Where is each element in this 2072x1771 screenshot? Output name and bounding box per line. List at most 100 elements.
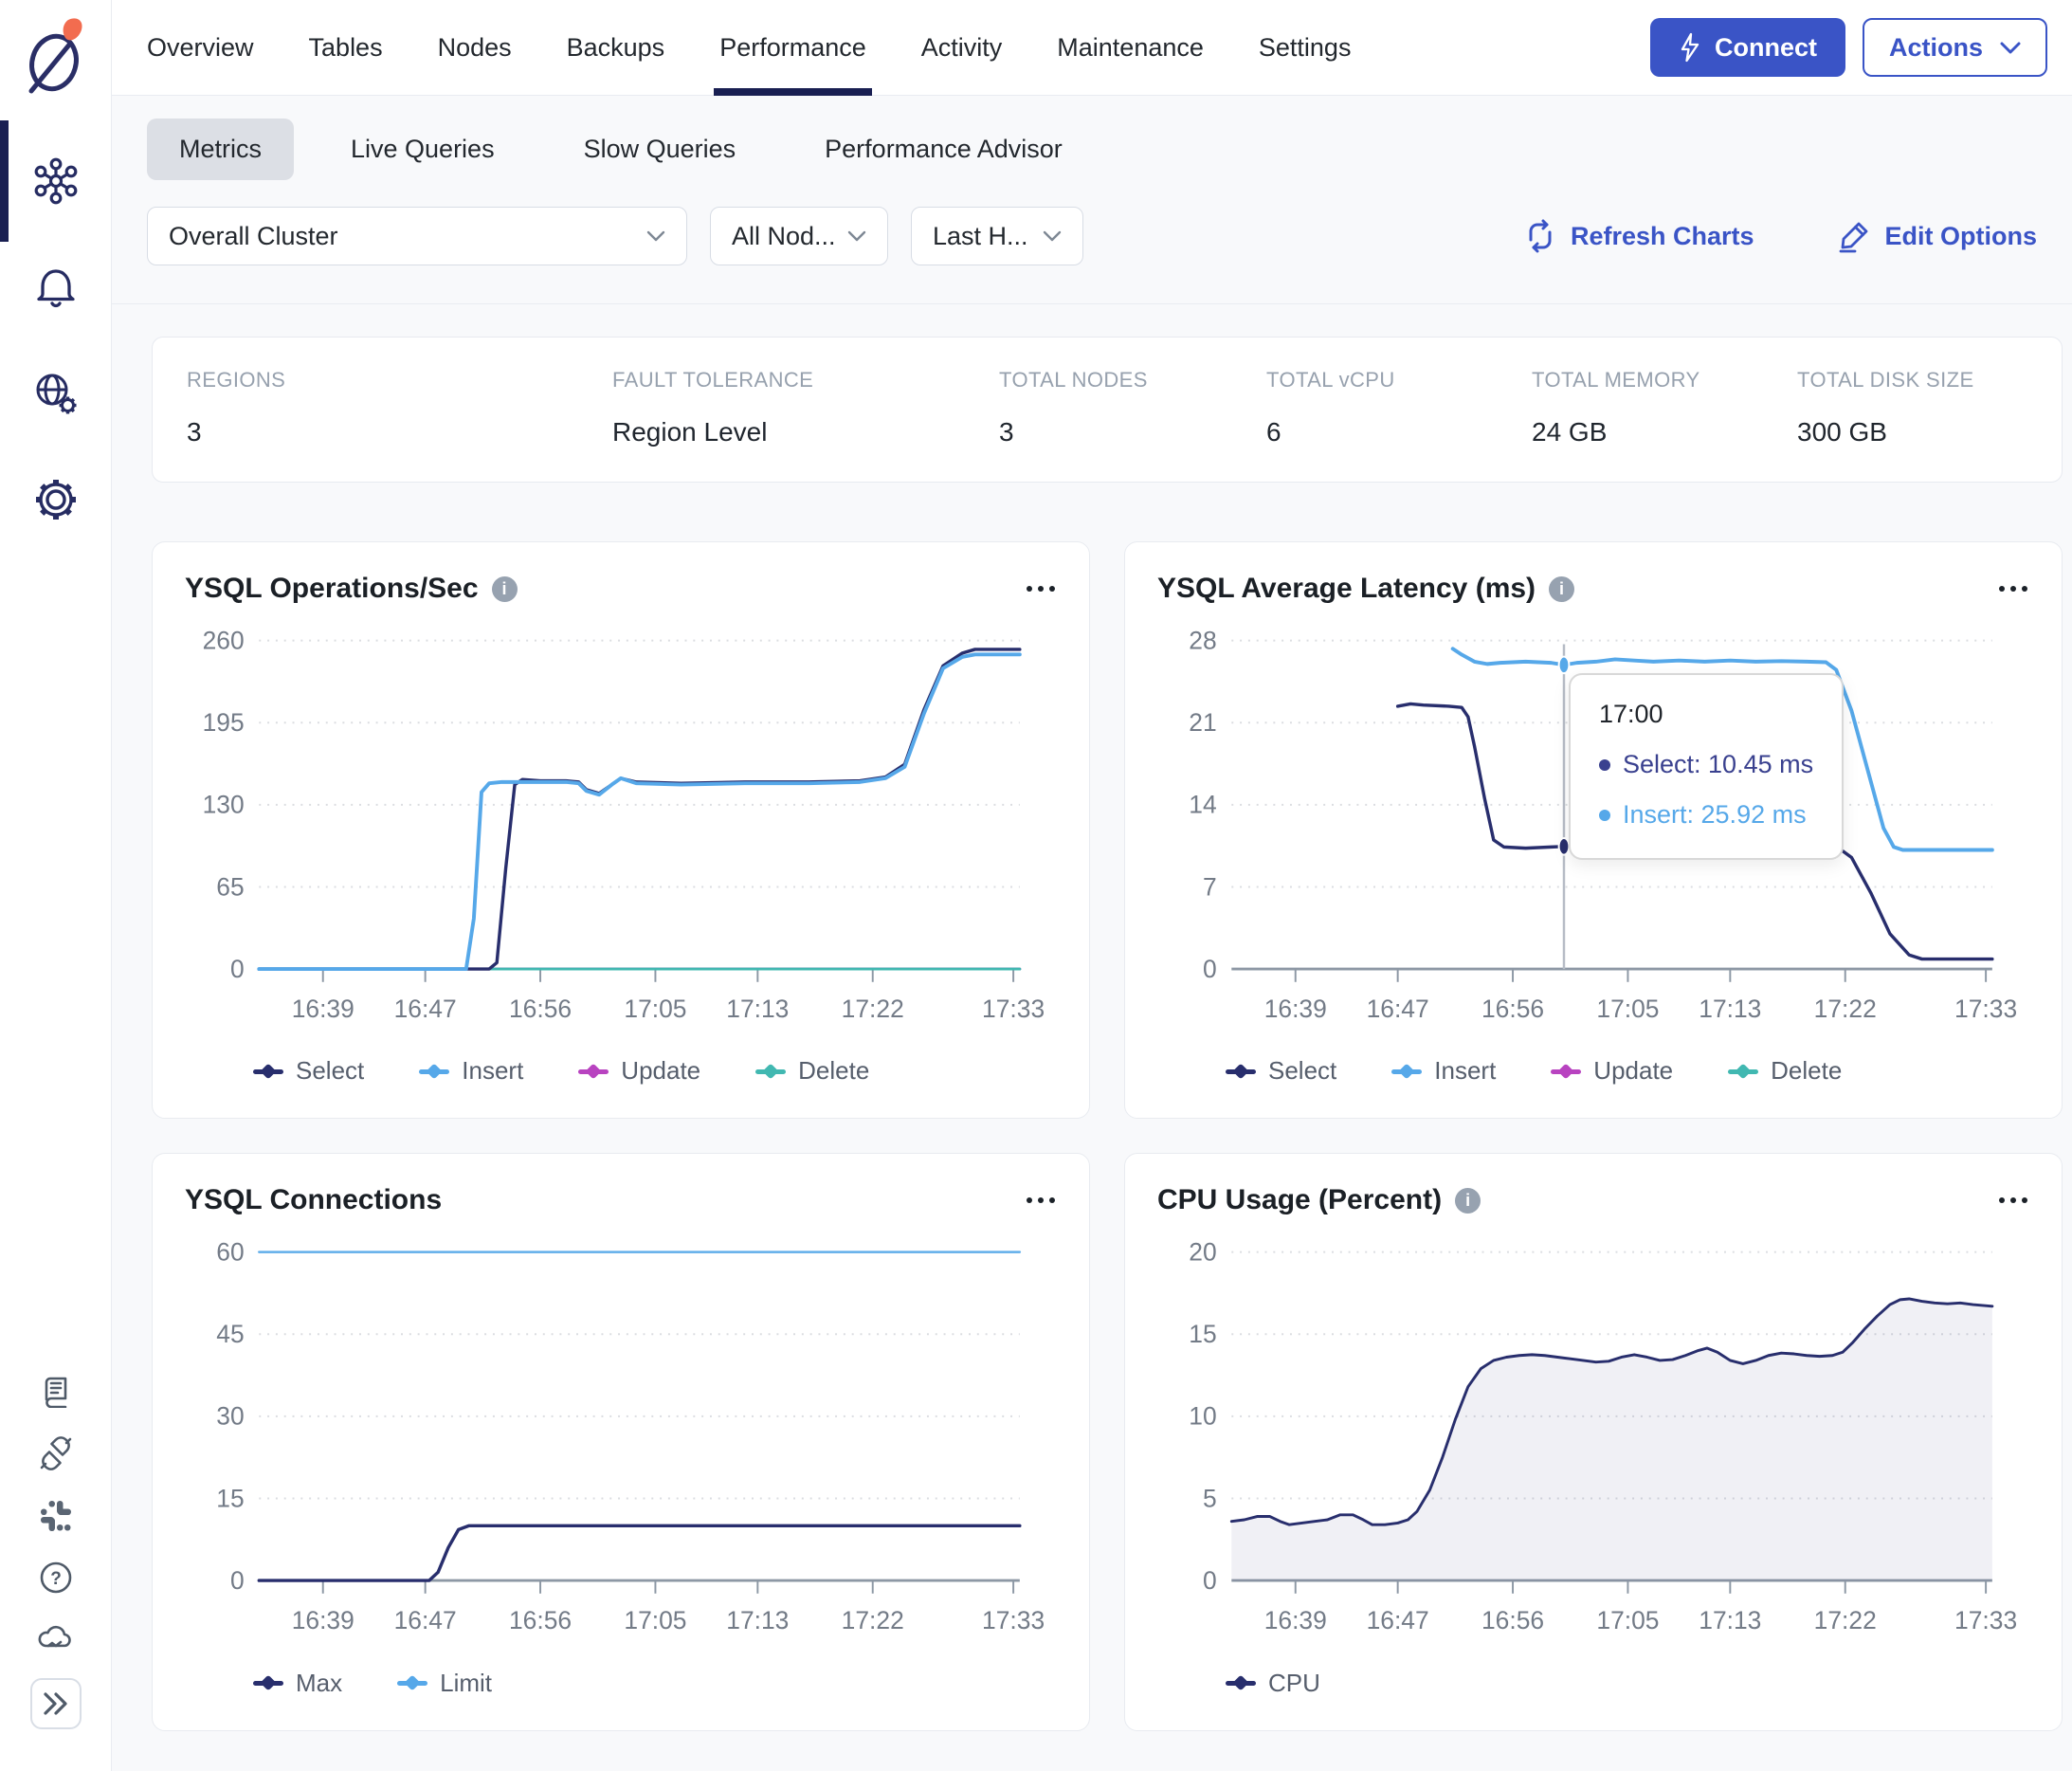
- tooltip-select-value: Select: 10.45 ms: [1623, 750, 1814, 778]
- connect-button[interactable]: Connect: [1649, 18, 1845, 77]
- legend-item-delete[interactable]: Delete: [755, 1056, 869, 1086]
- tab-nodes[interactable]: Nodes: [438, 0, 512, 95]
- legend-item-delete[interactable]: Delete: [1728, 1056, 1842, 1086]
- subtab-performance-advisor[interactable]: Performance Advisor: [792, 119, 1095, 180]
- refresh-charts-label: Refresh Charts: [1570, 221, 1754, 250]
- actions-button[interactable]: Actions: [1862, 18, 2047, 77]
- sidebar-item-help[interactable]: ?: [39, 1561, 73, 1595]
- info-icon[interactable]: [1455, 1187, 1481, 1214]
- y-axis-tick-label: 21: [1189, 708, 1216, 737]
- more-menu-icon[interactable]: [1025, 1192, 1057, 1209]
- legend-item-insert[interactable]: Insert: [1391, 1056, 1496, 1086]
- nodes-select[interactable]: All Nod...: [710, 207, 888, 265]
- time-range-select[interactable]: Last H...: [911, 207, 1083, 265]
- info-icon[interactable]: [1549, 575, 1575, 602]
- x-axis-tick-label: 17:05: [624, 995, 686, 1023]
- crosshair-marker: [1557, 836, 1571, 856]
- legend-item-update[interactable]: Update: [1551, 1056, 1673, 1086]
- chart-tooltip: 17:00 Select: 10.45 ms Insert: 25.92 ms: [1569, 673, 1845, 860]
- legend-label: Update: [621, 1056, 701, 1086]
- tab-maintenance[interactable]: Maintenance: [1057, 0, 1204, 95]
- stat-label: TOTAL MEMORY: [1532, 368, 1700, 392]
- stat-value: 6: [1266, 417, 1281, 447]
- legend-label: Delete: [798, 1056, 870, 1086]
- chevron-down-icon: [2000, 42, 2021, 53]
- info-icon[interactable]: [491, 575, 518, 602]
- legend-marker-icon: [1226, 1674, 1256, 1691]
- legend-marker-icon: [419, 1063, 450, 1080]
- x-axis-tick-label: 16:56: [509, 995, 572, 1023]
- legend-marker-icon: [253, 1063, 283, 1080]
- cluster-stats-card: REGIONS 3 FAULT TOLERANCE Region Level T…: [152, 337, 2063, 483]
- legend-marker-icon: [578, 1063, 609, 1080]
- chevron-down-icon: [646, 230, 665, 242]
- legend-label: Insert: [462, 1056, 524, 1086]
- subtab-slow-queries[interactable]: Slow Queries: [552, 119, 769, 180]
- cluster-select[interactable]: Overall Cluster: [147, 207, 687, 265]
- tab-settings[interactable]: Settings: [1259, 0, 1352, 95]
- sidebar-item-slack[interactable]: [39, 1499, 73, 1533]
- more-menu-icon[interactable]: [1997, 1192, 2029, 1209]
- legend-label: Limit: [440, 1668, 493, 1697]
- legend-item-select[interactable]: Select: [1226, 1056, 1336, 1086]
- tab-overview[interactable]: Overview: [147, 0, 254, 95]
- series-line-select: [257, 648, 1022, 971]
- legend-item-update[interactable]: Update: [578, 1056, 700, 1086]
- y-axis-tick-label: 130: [203, 791, 245, 819]
- tab-backups[interactable]: Backups: [567, 0, 665, 95]
- actions-button-label: Actions: [1888, 32, 1983, 62]
- legend-item-cpu[interactable]: CPU: [1226, 1669, 1320, 1698]
- stat-regions: REGIONS 3: [187, 368, 612, 447]
- lightning-bolt-icon: [1681, 32, 1699, 63]
- more-menu-icon[interactable]: [1997, 580, 2029, 597]
- legend-item-limit[interactable]: Limit: [397, 1669, 492, 1698]
- sidebar-item-settings[interactable]: [0, 447, 111, 553]
- legend-item-max[interactable]: Max: [253, 1669, 342, 1698]
- legend-label: Select: [296, 1056, 365, 1086]
- select-dot-icon: [1599, 758, 1610, 771]
- ysql-connections-chart[interactable]: 60 45 30 15 0 16:39 16:47 16:56 17:05 17:13 17:22 1…: [185, 1235, 1057, 1652]
- yugabyte-logo[interactable]: [25, 13, 87, 103]
- subtab-live-queries[interactable]: Live Queries: [318, 119, 527, 180]
- tab-performance[interactable]: Performance: [714, 0, 872, 96]
- ysql-operations-chart[interactable]: 260 195 130 65 0 16:39 16:47 16:56 17:05 17:13 17:…: [185, 624, 1057, 1041]
- x-axis-tick-label: 16:56: [1481, 995, 1544, 1023]
- sidebar-item-cloud-status[interactable]: [37, 1622, 75, 1651]
- sidebar-expand-button[interactable]: [29, 1678, 82, 1729]
- sidebar-item-network-access[interactable]: [0, 340, 111, 447]
- x-axis-tick-label: 16:56: [1481, 1606, 1544, 1634]
- chart-legend: Select Insert Update Delete: [1226, 1056, 2029, 1086]
- stat-value: Region Level: [612, 417, 768, 447]
- chart-legend: Select Insert Update Delete: [253, 1056, 1057, 1086]
- tab-activity[interactable]: Activity: [921, 0, 1003, 95]
- slack-icon: [40, 1501, 71, 1531]
- legend-item-insert[interactable]: Insert: [419, 1056, 523, 1086]
- x-axis-tick-label: 17:33: [982, 1606, 1045, 1634]
- refresh-charts-link[interactable]: Refresh Charts: [1523, 218, 1754, 254]
- sidebar-item-docs[interactable]: [39, 1374, 73, 1408]
- y-axis-tick-label: 0: [230, 1566, 245, 1595]
- edit-options-link[interactable]: Edit Options: [1836, 218, 2037, 254]
- cpu-usage-chart[interactable]: 20 15 10 5 0 16:39 16:47 16:56 17:05 17:13 17:22 17…: [1157, 1235, 2029, 1652]
- chart-header: YSQL Operations/Sec: [185, 573, 1057, 605]
- y-axis-tick-label: 195: [203, 708, 245, 737]
- stat-total-nodes: TOTAL NODES 3: [999, 368, 1266, 447]
- x-axis-tick-label: 16:39: [1264, 995, 1327, 1023]
- sidebar-item-alerts[interactable]: [0, 234, 111, 340]
- x-axis-tick-label: 17:22: [1814, 1606, 1877, 1634]
- charts-grid: YSQL Operations/Sec 260 195 130 65 0 16:39 16:…: [152, 541, 2063, 1731]
- more-menu-icon[interactable]: [1025, 580, 1057, 597]
- legend-item-select[interactable]: Select: [253, 1056, 364, 1086]
- tab-tables[interactable]: Tables: [309, 0, 383, 95]
- x-axis-tick-label: 16:47: [394, 1606, 457, 1634]
- subtab-metrics[interactable]: Metrics: [147, 119, 294, 180]
- insert-dot-icon: [1599, 809, 1610, 821]
- y-axis-tick-label: 15: [216, 1485, 244, 1513]
- sidebar-item-clusters[interactable]: [0, 120, 111, 242]
- chart-legend: Max Limit: [253, 1669, 1057, 1698]
- svg-text:?: ?: [50, 1569, 62, 1589]
- x-axis-tick-label: 16:47: [394, 995, 457, 1023]
- y-axis-tick-label: 0: [1203, 955, 1217, 983]
- y-axis-tick-label: 65: [216, 872, 244, 901]
- sidebar-item-integrations[interactable]: [38, 1435, 74, 1471]
